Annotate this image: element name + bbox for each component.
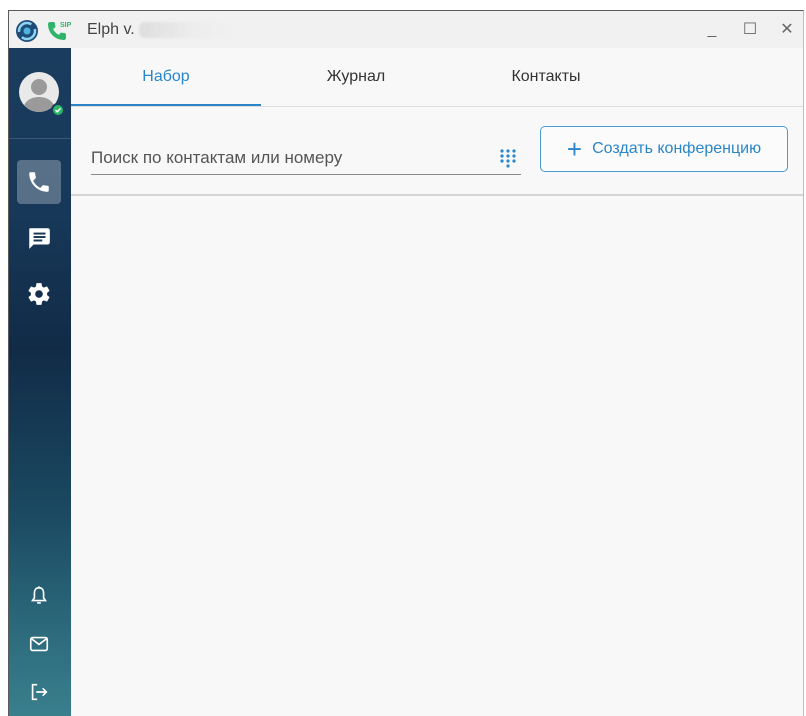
logout-button[interactable] (17, 670, 61, 714)
app-window: SIP Elph v. _ ☐ ✕ Набор Журнал Контакты … (8, 10, 804, 716)
elph-logo-icon (16, 20, 38, 42)
create-conference-label: Создать конференцию (592, 140, 762, 157)
maximize-button[interactable]: ☐ (738, 19, 762, 41)
main-panel: Набор Журнал Контакты + Создать конферен… (71, 48, 803, 716)
sip-phone-icon: SIP (48, 22, 72, 40)
status-badge (51, 103, 65, 117)
chat-icon (29, 228, 50, 249)
plus-icon: + (566, 134, 583, 164)
sidebar-item-settings[interactable] (17, 272, 61, 316)
tab-bar: Набор Журнал Контакты (71, 48, 803, 107)
bell-icon (31, 586, 47, 604)
tab-dial[interactable]: Набор (71, 48, 261, 106)
window-title: Elph v. (87, 21, 135, 38)
search-field (91, 144, 521, 175)
sidebar-item-chat[interactable] (17, 216, 61, 260)
tab-contacts[interactable]: Контакты (451, 48, 641, 106)
section-divider (71, 194, 803, 196)
redacted-version (139, 22, 233, 38)
active-tab-indicator (71, 104, 261, 106)
create-conference-button[interactable]: + Создать конференцию (540, 126, 788, 172)
tab-journal[interactable]: Журнал (261, 48, 451, 106)
check-icon (55, 107, 62, 113)
gear-icon (28, 283, 50, 305)
minimize-button[interactable]: _ (700, 19, 724, 41)
sidebar-item-calls[interactable] (17, 160, 61, 204)
close-button[interactable]: ✕ (775, 19, 799, 41)
svg-text:SIP: SIP (60, 22, 72, 29)
sidebar-divider (9, 138, 71, 139)
search-input[interactable] (91, 144, 486, 172)
dialpad-icon[interactable] (499, 148, 517, 170)
mail-icon (29, 636, 49, 652)
sidebar (9, 48, 71, 716)
mail-button[interactable] (17, 622, 61, 666)
logout-icon (31, 683, 48, 701)
phone-icon (29, 172, 49, 192)
notifications-button[interactable] (17, 574, 61, 618)
title-bar[interactable]: SIP Elph v. _ ☐ ✕ (9, 11, 803, 48)
